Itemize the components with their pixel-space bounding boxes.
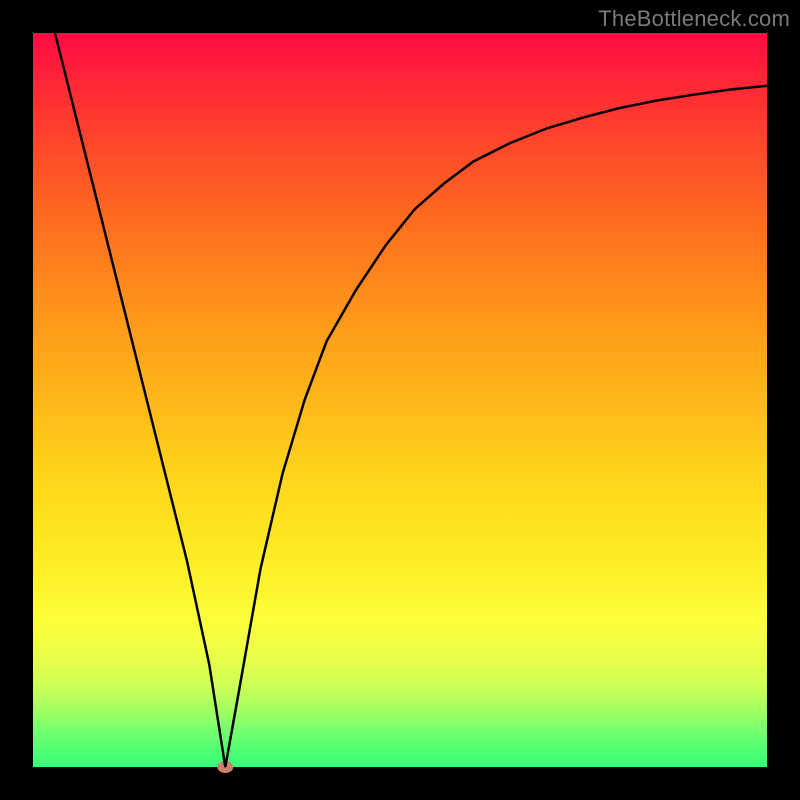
chart-frame: TheBottleneck.com: [0, 0, 800, 800]
bottleneck-curve-path: [55, 33, 767, 767]
plot-area: [33, 33, 767, 767]
chart-svg: [33, 33, 767, 767]
watermark-text: TheBottleneck.com: [598, 6, 790, 32]
